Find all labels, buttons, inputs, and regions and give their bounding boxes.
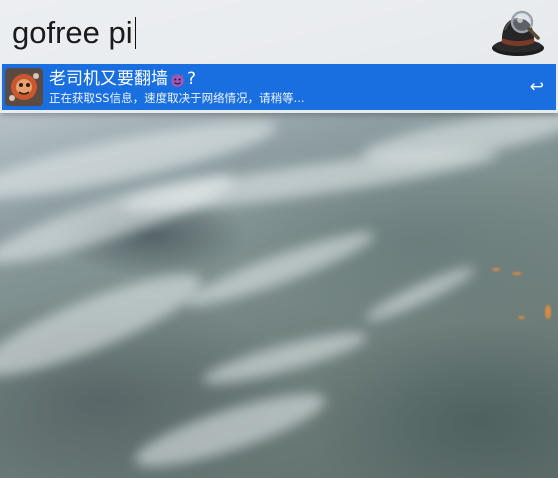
city-light [492,268,500,271]
search-input[interactable]: gofree pi [12,11,482,55]
result-title-text: 老司机又要翻墙 [49,68,168,89]
city-light [518,316,525,319]
cloud-streak [181,221,379,317]
search-query-text: gofree pi [12,15,133,50]
alfred-launcher-window: gofree pi 老司机又要翻墙 ? 正在获取SS信息，速度取决于网络情况，请… [0,0,558,113]
city-light [512,272,522,275]
city-light [545,305,551,319]
result-title-punctuation: ? [187,68,197,89]
cloud-streak [361,260,479,328]
result-text: 老司机又要翻墙 ? 正在获取SS信息，速度取决于网络情况，请稍等... [49,69,514,106]
desktop-wallpaper: gofree pi 老司机又要翻墙 ? 正在获取SS信息，速度取决于网络情况，请… [0,0,558,478]
result-subtitle: 正在获取SS信息，速度取决于网络情况，请稍等... [49,90,305,105]
smiling-devil-emoji [171,73,184,87]
cloud-streak [128,380,332,478]
text-caret [134,17,137,49]
result-title: 老司机又要翻墙 ? [49,69,514,90]
alfred-hat-icon[interactable] [491,6,547,58]
workflow-icon [5,68,43,106]
cloud-streak [199,323,371,393]
return-key-icon: ↩ [529,77,544,97]
cloud-streak [0,256,211,394]
result-row-selected[interactable]: 老司机又要翻墙 ? 正在获取SS信息，速度取决于网络情况，请稍等... ↩ [2,64,556,110]
